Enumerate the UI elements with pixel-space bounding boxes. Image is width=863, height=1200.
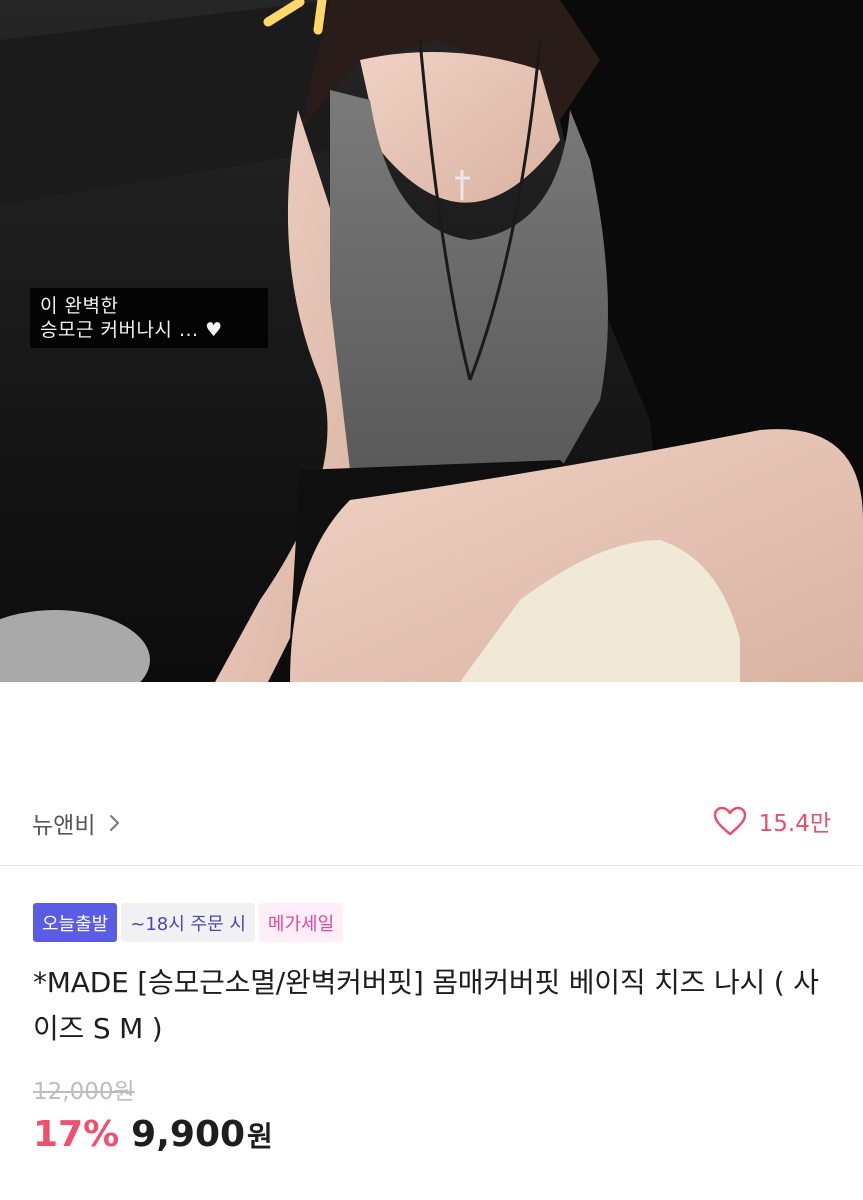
chevron-right-icon [109,813,121,833]
like-button[interactable]: 15.4만 [713,804,831,838]
discount-rate: 17% [33,1114,120,1155]
badge-order-deadline: ~18시 주문 시 [121,903,255,942]
heart-outline-icon [713,806,746,836]
original-price: 12,000원 [33,1079,135,1105]
badge-today-shipping: 오늘출발 [33,903,118,942]
price-row: 17% 9,900 원 [33,1114,273,1155]
caption-line-1: 이 완벽한 [40,295,119,317]
product-title: *MADE [승모근소멸/완벽커버핏] 몸매커버핏 베이직 치즈 나시 ( 사이… [33,966,819,1045]
badge-mega-sale: 메가세일 [258,903,344,942]
like-count: 15.4만 [758,811,831,837]
caption-line-2: 승모근 커버나시 ... ♥ [40,319,223,341]
seller-name: 뉴앤비 [32,813,96,839]
currency-unit: 원 [247,1120,273,1153]
seller-link[interactable]: 뉴앤비 [32,806,121,840]
sale-price: 9,900 [131,1114,246,1155]
product-image[interactable]: 이 완벽한 승모근 커버나시 ... ♥ [0,0,863,682]
seller-row: 뉴앤비 15.4만 [0,780,863,866]
badge-list: 오늘출발 ~18시 주문 시 메가세일 [33,903,344,942]
product-detail-page: 이 완벽한 승모근 커버나시 ... ♥ 뉴앤비 15.4만 오늘출발 ~18시… [0,0,863,1200]
image-caption-overlay: 이 완벽한 승모근 커버나시 ... ♥ [30,288,268,348]
